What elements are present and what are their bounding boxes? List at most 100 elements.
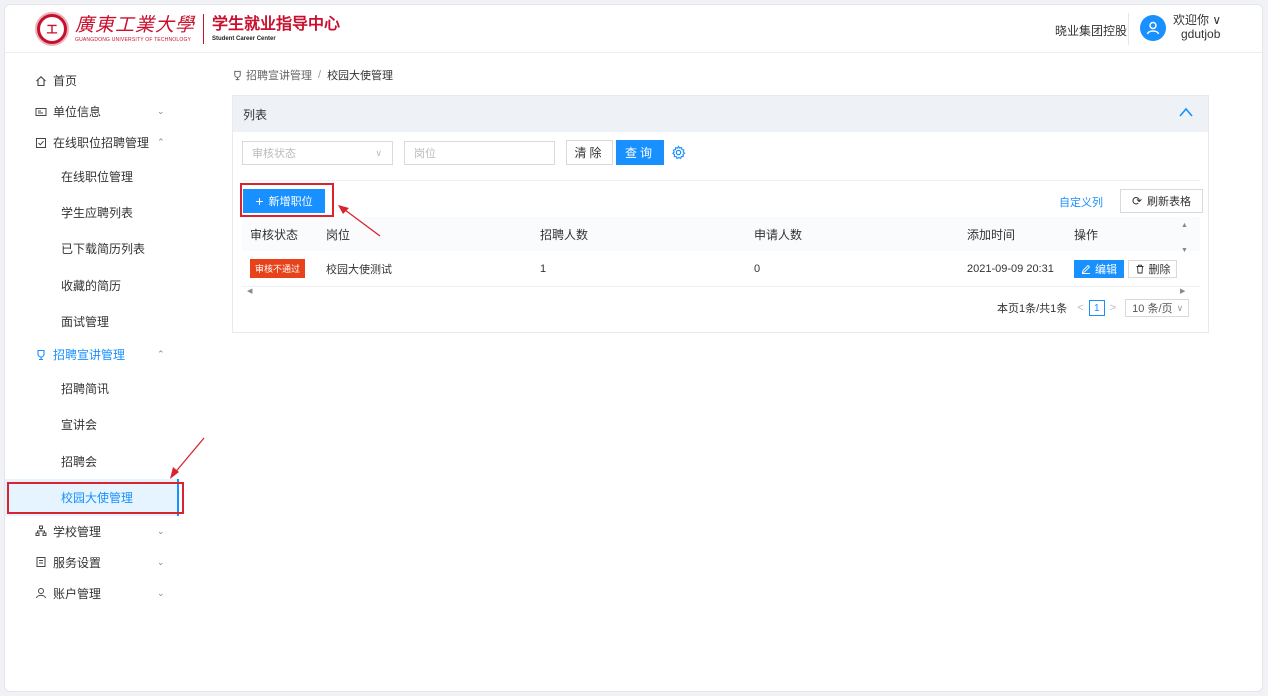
logo[interactable]: 工 廣東工業大學 GUANGDONG UNIVERSITY OF TECHNOL… <box>35 11 340 47</box>
delete-label: 删除 <box>1148 263 1171 276</box>
chevron-down-icon: ⌄ <box>157 525 165 536</box>
user-avatar-icon[interactable] <box>1140 15 1166 41</box>
delete-button[interactable]: 删除 <box>1128 259 1177 278</box>
pagination-summary: 本页1条/共1条 <box>997 303 1068 315</box>
page-size-select[interactable]: 10 条/页 ∨ <box>1125 299 1190 317</box>
app-window: 工 廣東工業大學 GUANGDONG UNIVERSITY OF TECHNOL… <box>4 4 1263 692</box>
chevron-down-icon: ∨ <box>1176 303 1184 313</box>
center-name-en: Student Career Center <box>212 35 276 42</box>
recruit-count-cell: 1 <box>540 262 547 275</box>
logo-divider <box>203 14 205 44</box>
filter-bar: 审核状态 ∨ 岗位 清除 查询 <box>242 140 686 165</box>
company-name: 晓业集团控股 <box>1055 24 1128 38</box>
annotation-arrow-add <box>338 205 381 237</box>
status-cell: 审核不通过 <box>250 251 306 286</box>
trophy-icon <box>232 70 243 81</box>
sidebar-item-label: 账户管理 <box>53 586 102 601</box>
scroll-down-icon[interactable]: ▼ <box>1181 247 1191 254</box>
refresh-table-button[interactable]: ⟳ 刷新表格 <box>1120 189 1203 213</box>
gear-icon[interactable] <box>670 145 686 161</box>
university-seal-icon: 工 <box>35 12 69 46</box>
status-badge: 审核不通过 <box>250 259 306 278</box>
column-header-actions: 操作 <box>1074 227 1099 242</box>
position-cell: 校园大使测试 <box>326 263 392 276</box>
card-header: 列表 <box>233 96 1208 132</box>
center-name-cn: 学生就业指导中心 <box>212 15 341 33</box>
sidebar-item-unit-info[interactable]: 单位信息 ⌄ <box>5 96 179 127</box>
header-divider <box>1128 13 1129 45</box>
sidebar-item-online-positions[interactable]: 在线职位管理 <box>5 158 179 195</box>
scroll-up-icon[interactable]: ▲ <box>1181 222 1191 229</box>
breadcrumb-current: 校园大使管理 <box>327 70 394 82</box>
breadcrumb-parent[interactable]: 招聘宣讲管理 <box>246 67 312 83</box>
edit-button[interactable]: 编辑 <box>1074 259 1124 278</box>
scroll-left-icon[interactable]: ◀ <box>247 287 252 295</box>
prev-page-button[interactable]: < <box>1077 302 1083 314</box>
sidebar-item-campus-talk[interactable]: 招聘宣讲管理 ⌃ <box>5 339 179 370</box>
sidebar-item-label: 单位信息 <box>53 105 102 119</box>
edit-label: 编辑 <box>1095 263 1117 276</box>
column-header-added-time: 添加时间 <box>967 227 1016 242</box>
clear-button[interactable]: 清除 <box>566 140 613 165</box>
university-name-cn: 廣東工業大學 <box>75 14 196 36</box>
org-chart-icon <box>35 525 47 537</box>
sidebar: 首页 单位信息 ⌄ 在线职位招聘管理 ⌃ 在线职位管理 学生应聘列表 已下载简历… <box>5 65 179 609</box>
sidebar-item-label: 服务设置 <box>53 555 102 570</box>
apply-count-cell: 0 <box>754 262 761 275</box>
top-header: 工 廣東工業大學 GUANGDONG UNIVERSITY OF TECHNOL… <box>5 5 1262 53</box>
status-select-placeholder: 审核状态 <box>252 147 296 160</box>
sidebar-item-account[interactable]: 账户管理 ⌄ <box>5 578 179 609</box>
user-menu-greeting[interactable]: 欢迎你 ∨ <box>1173 13 1221 27</box>
card-title: 列表 <box>243 107 268 122</box>
sidebar-item-downloaded-resumes[interactable]: 已下载简历列表 <box>5 230 179 267</box>
highlight-box-sidebar-item <box>7 482 184 514</box>
home-icon <box>35 75 47 87</box>
added-time-cell: 2021-09-09 20:31 <box>967 262 1054 275</box>
chevron-down-icon: ∨ <box>375 147 382 158</box>
chevron-up-icon: ⌃ <box>157 137 165 147</box>
breadcrumb: 招聘宣讲管理 / 校园大使管理 <box>232 67 393 83</box>
annotation-arrow-sidebar <box>170 437 205 479</box>
chevron-down-icon: ⌄ <box>157 556 165 567</box>
custom-columns-link[interactable]: 自定义列 <box>1059 194 1103 210</box>
chevron-down-icon: ⌄ <box>157 587 165 598</box>
sidebar-item-label: 招聘宣讲管理 <box>53 348 126 363</box>
sidebar-item-school[interactable]: 学校管理 ⌄ <box>5 516 179 547</box>
trophy-icon <box>35 349 47 361</box>
position-input[interactable]: 岗位 <box>404 140 555 165</box>
sidebar-item-applicants[interactable]: 学生应聘列表 <box>5 194 179 231</box>
document-icon <box>35 556 47 568</box>
breadcrumb-separator: / <box>318 69 322 81</box>
column-header-status: 审核状态 <box>250 227 299 242</box>
sidebar-item-job-fair[interactable]: 招聘会 <box>5 443 179 480</box>
chevron-down-icon: ⌄ <box>157 106 165 116</box>
positions-table: 审核状态 岗位 招聘人数 申请人数 添加时间 操作 审核不通过 校园大使测试 1… <box>242 217 1200 297</box>
column-header-apply-count: 申请人数 <box>754 227 803 242</box>
collapse-chevron-icon[interactable] <box>1178 106 1194 121</box>
query-button[interactable]: 查询 <box>616 140 664 165</box>
pagination: 本页1条/共1条 < 1 > 10 条/页 ∨ <box>997 299 1190 317</box>
status-select[interactable]: 审核状态 ∨ <box>242 140 393 165</box>
table-header: 审核状态 岗位 招聘人数 申请人数 添加时间 操作 <box>242 217 1200 251</box>
sidebar-item-label: 首页 <box>53 74 78 88</box>
sidebar-item-interviews[interactable]: 面试管理 <box>5 303 179 340</box>
sidebar-item-online-recruit[interactable]: 在线职位招聘管理 ⌃ <box>5 127 179 158</box>
vertical-scrollbar[interactable]: ▲ ▼ <box>1181 222 1191 254</box>
sidebar-item-label: 学校管理 <box>53 524 102 539</box>
trash-icon <box>1136 264 1143 273</box>
filter-divider <box>242 180 1200 181</box>
sidebar-item-seminar[interactable]: 宣讲会 <box>5 406 179 444</box>
university-name-en: GUANGDONG UNIVERSITY OF TECHNOLOGY <box>75 37 192 43</box>
pencil-icon <box>1081 264 1091 274</box>
sidebar-item-home[interactable]: 首页 <box>5 65 179 96</box>
scroll-right-icon[interactable]: ▶ <box>1180 287 1185 295</box>
page-number-current[interactable]: 1 <box>1088 300 1105 316</box>
checklist-icon <box>35 137 47 149</box>
next-page-button[interactable]: > <box>1110 302 1116 314</box>
horizontal-scrollbar[interactable]: ◀ ▶ <box>242 287 1200 297</box>
sidebar-item-service[interactable]: 服务设置 ⌄ <box>5 547 179 578</box>
sidebar-item-saved-resumes[interactable]: 收藏的简历 <box>5 266 179 304</box>
user-name[interactable]: gdutjob <box>1181 27 1220 41</box>
sidebar-item-recruit-news[interactable]: 招聘简讯 <box>5 370 179 407</box>
table-row: 审核不通过 校园大使测试 1 0 2021-09-09 20:31 编辑 删除 <box>242 251 1200 287</box>
